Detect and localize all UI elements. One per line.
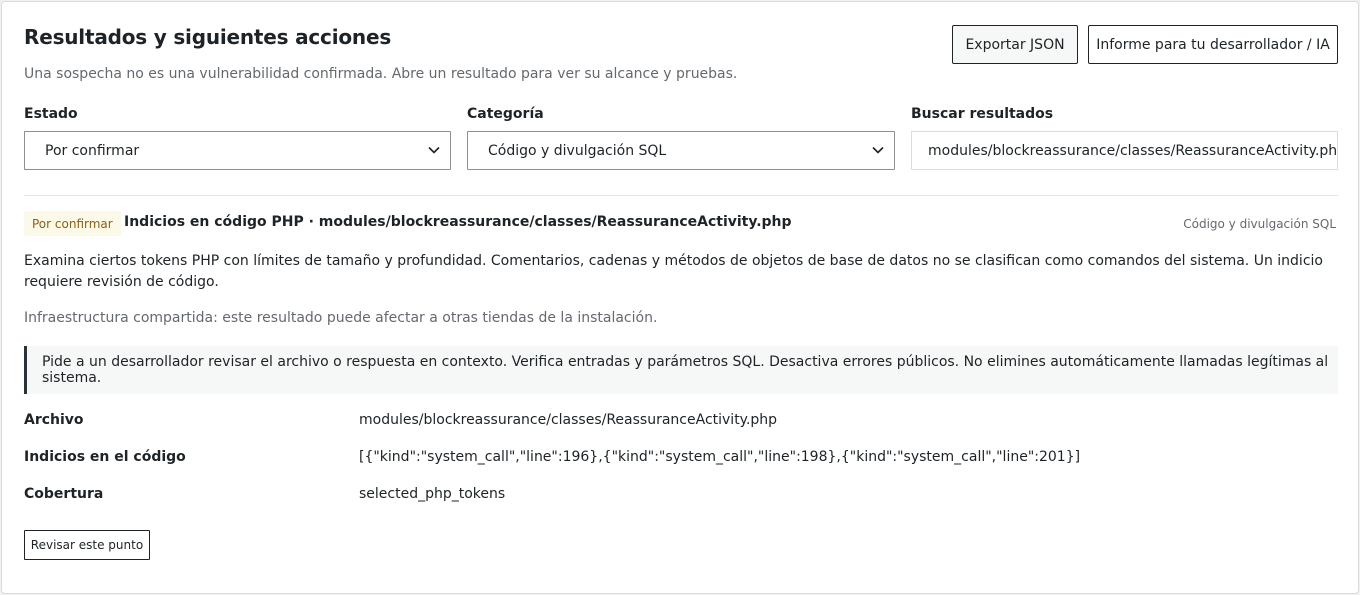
export-json-button[interactable]: Exportar JSON [952,25,1078,64]
developer-report-button[interactable]: Informe para tu desarrollador / IA [1088,25,1338,64]
detail-value-code-hints: [{"kind":"system_call","line":196},{"kin… [359,449,1081,465]
detail-value-file: modules/blockreassurance/classes/Reassur… [359,412,778,428]
category-select-value: Código y divulgación SQL [488,142,667,159]
chevron-down-icon [872,144,884,157]
results-panel: Resultados y siguientes acciones Una sos… [1,1,1359,594]
detail-label-file: Archivo [24,412,84,428]
result-title[interactable]: Indicios en código PHP · modules/blockre… [124,214,792,230]
divider [24,195,1338,196]
status-filter-label: Estado [24,106,78,122]
recommendation-text: Pide a un desarrollador revisar el archi… [42,354,1329,386]
status-select-value: Por confirmar [45,142,140,159]
review-point-button[interactable]: Revisar este punto [24,530,150,560]
page-title: Resultados y siguientes acciones [24,25,392,49]
chevron-down-icon [428,144,440,157]
detail-value-coverage: selected_php_tokens [359,486,506,502]
status-select[interactable]: Por confirmar [24,131,451,170]
status-badge: Por confirmar [24,211,121,236]
result-description: Examina ciertos tokens PHP con límites d… [24,253,1323,290]
recommendation-notice: Pide a un desarrollador revisar el archi… [24,346,1338,394]
result-category: Código y divulgación SQL [1183,217,1336,231]
category-select[interactable]: Código y divulgación SQL [467,131,895,170]
search-label: Buscar resultados [911,106,1054,122]
shared-infrastructure-note: Infraestructura compartida: este resulta… [24,310,658,326]
detail-label-coverage: Cobertura [24,486,104,502]
page-subtitle: Una sospecha no es una vulnerabilidad co… [24,66,738,82]
detail-label-code-hints: Indicios en el código [24,449,186,465]
category-filter-label: Categoría [467,106,544,122]
search-input[interactable]: modules/blockreassurance/classes/Reassur… [911,131,1338,170]
